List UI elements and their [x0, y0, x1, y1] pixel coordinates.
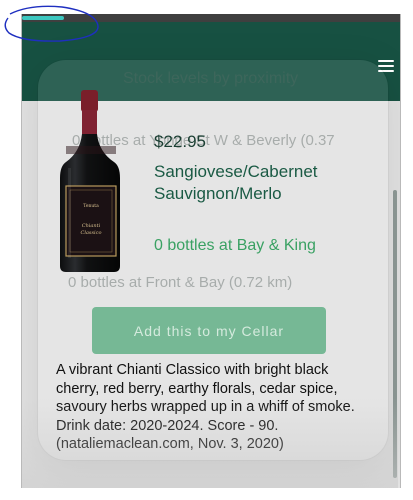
- add-to-cellar-button[interactable]: Add this to my Cellar: [92, 307, 326, 354]
- svg-text:Tenuta: Tenuta: [83, 203, 99, 209]
- svg-text:Chianti: Chianti: [82, 223, 101, 229]
- nearest-stock-status: 0 bottles at Bay & King: [154, 237, 316, 254]
- stock-levels-heading: Stock levels by proximity: [123, 70, 299, 87]
- wine-bottle-image: Tenuta Chianti Classico: [60, 90, 120, 272]
- stock-row: 0 bottles at Front & Bay (0.72 km): [68, 274, 293, 291]
- wine-price: $22.95: [154, 132, 206, 151]
- svg-text:Classico: Classico: [81, 230, 102, 236]
- wine-description: A vibrant Chianti Classico with bright b…: [56, 362, 355, 453]
- status-bar: [22, 14, 400, 22]
- loading-progress-bar: [22, 16, 64, 20]
- wine-varietal-name: Sangiovese/Cabernet Sauvignon/Merlo: [154, 162, 318, 203]
- scrollbar[interactable]: [393, 190, 397, 478]
